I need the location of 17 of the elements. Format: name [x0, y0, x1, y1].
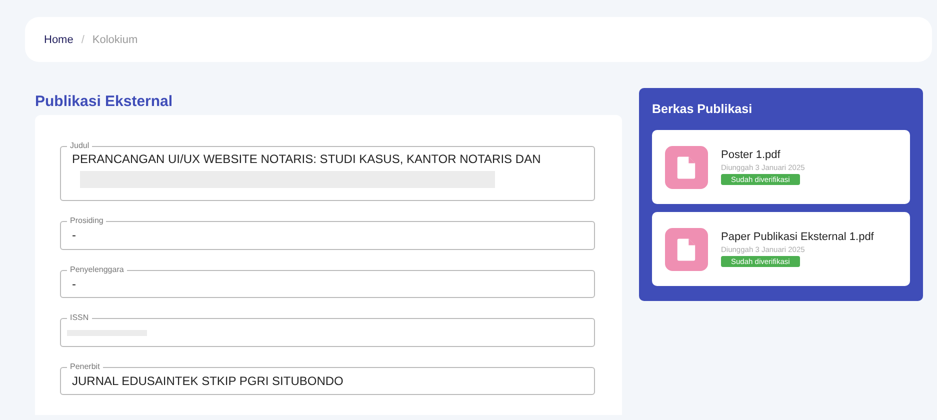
field-label: Prosiding [67, 216, 106, 226]
field-label: ISSN [67, 313, 92, 324]
field-value: PERANCANGAN UI/UX WEBSITE NOTARIS: STUDI KASUS, KANTOR NOTARIS DAN [72, 152, 542, 167]
field-value: - [72, 276, 77, 292]
file-icon [665, 146, 708, 188]
file-icon [665, 228, 708, 270]
file-name: Paper Publikasi Eksternal 1.pdf [721, 231, 874, 243]
section-title: Publikasi Eksternal [35, 93, 174, 110]
file-name: Poster 1.pdf [721, 149, 780, 161]
panel-title: Berkas Publikasi [652, 102, 754, 116]
field-value: - [72, 228, 77, 244]
field-value: JURNAL EDUSAINTEK STKIP PGRI SITUBONDO [72, 374, 344, 389]
field-label: Penyelenggara [67, 264, 127, 275]
breadcrumb-separator: / [81, 34, 84, 46]
breadcrumb-link[interactable]: Home [44, 34, 74, 46]
field-label: Judul [67, 141, 92, 151]
field-label: Penerbit [67, 362, 103, 372]
